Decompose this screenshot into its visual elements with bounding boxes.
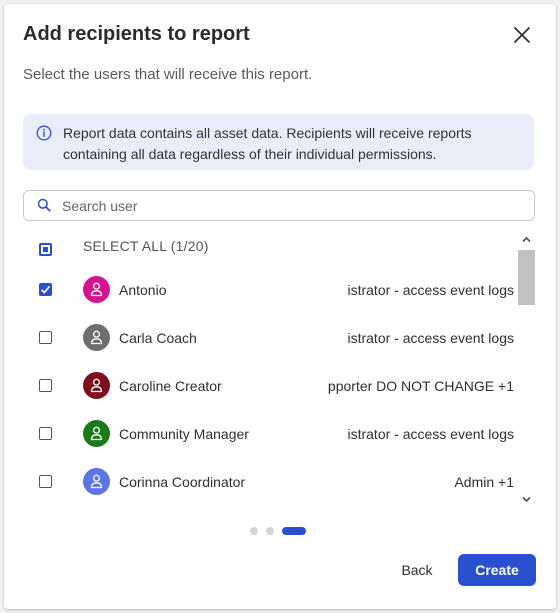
user-role-text: Admin +1 <box>454 474 514 490</box>
info-banner: Report data contains all asset data. Rec… <box>23 114 534 170</box>
close-icon[interactable] <box>511 24 533 46</box>
user-role: istrator - access event logs <box>324 282 514 298</box>
user-role-text: pporter DO NOT CHANGE +1 <box>327 378 514 394</box>
user-role-text: istrator - access event logs <box>347 426 514 442</box>
dialog-title: Add recipients to report <box>23 23 250 45</box>
avatar <box>83 324 110 351</box>
user-checkbox[interactable] <box>39 427 52 440</box>
user-name: Caroline Creator <box>119 378 222 394</box>
user-name: Antonio <box>119 282 167 298</box>
list-scrollbar[interactable] <box>518 228 535 508</box>
step-dot-active <box>282 527 306 535</box>
user-name: Corinna Coordinator <box>119 474 246 490</box>
user-role: istrator - access event logs <box>324 426 514 442</box>
user-role: Admin +1 <box>324 474 514 490</box>
avatar <box>83 420 110 447</box>
user-checkbox[interactable] <box>39 283 52 296</box>
list-item[interactable]: Corinna Coordinator Admin +1 <box>23 458 515 506</box>
scroll-down-arrow-icon[interactable] <box>521 492 532 503</box>
user-role-text: istrator - access event logs <box>347 330 514 346</box>
list-item[interactable]: Community Manager istrator - access even… <box>23 410 515 458</box>
step-dot <box>250 527 258 535</box>
list-item[interactable]: Antonio istrator - access event logs <box>23 266 515 314</box>
step-dot <box>266 527 274 535</box>
user-list: SELECT ALL (1/20) Antonio istrator - acc… <box>23 228 515 508</box>
select-all-checkbox[interactable] <box>39 243 52 256</box>
avatar <box>83 276 110 303</box>
search-icon <box>37 198 51 212</box>
user-role: pporter DO NOT CHANGE +1 <box>324 378 514 394</box>
select-all-label: SELECT ALL (1/20) <box>83 238 209 254</box>
search-box <box>23 190 535 221</box>
scroll-up-arrow-icon[interactable] <box>521 232 532 243</box>
list-item[interactable]: Carla Coach istrator - access event logs <box>23 314 515 362</box>
user-name: Community Manager <box>119 426 249 442</box>
scrollbar-thumb[interactable] <box>518 250 535 305</box>
dialog-subtitle: Select the users that will receive this … <box>23 66 313 83</box>
search-input[interactable] <box>60 194 524 218</box>
user-checkbox[interactable] <box>39 331 52 344</box>
info-icon <box>36 125 52 141</box>
back-button[interactable]: Back <box>390 556 444 584</box>
user-name: Carla Coach <box>119 330 197 346</box>
user-checkbox[interactable] <box>39 379 52 392</box>
info-text: Report data contains all asset data. Rec… <box>63 125 472 162</box>
create-button[interactable]: Create <box>458 554 536 586</box>
list-item[interactable]: Caroline Creator pporter DO NOT CHANGE +… <box>23 362 515 410</box>
avatar <box>83 372 110 399</box>
user-role: istrator - access event logs <box>324 330 514 346</box>
add-recipients-dialog: Add recipients to report Select the user… <box>4 4 556 609</box>
user-role-text: istrator - access event logs <box>347 282 514 298</box>
avatar <box>83 468 110 495</box>
user-checkbox[interactable] <box>39 475 52 488</box>
